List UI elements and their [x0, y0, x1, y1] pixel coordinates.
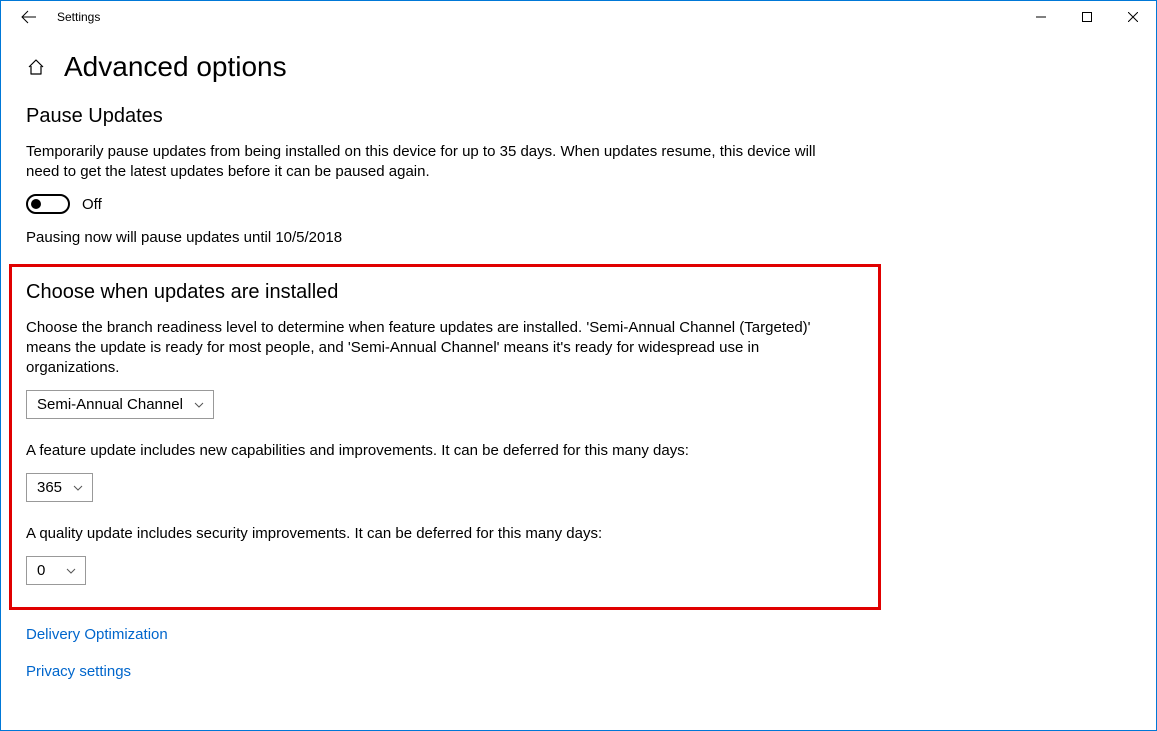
channel-value: Semi-Annual Channel	[37, 396, 183, 413]
page-title: Advanced options	[64, 51, 287, 83]
pause-description: Temporarily pause updates from being ins…	[26, 142, 826, 182]
highlight-box: Choose when updates are installed Choose…	[9, 264, 881, 610]
delivery-optimization-link[interactable]: Delivery Optimization	[26, 626, 1131, 643]
chevron-down-icon	[193, 399, 205, 411]
privacy-settings-link[interactable]: Privacy settings	[26, 663, 1131, 680]
pause-toggle-label: Off	[82, 196, 102, 213]
feature-defer-value: 365	[37, 479, 62, 496]
minimize-icon	[1036, 12, 1046, 22]
back-arrow-icon	[21, 9, 37, 25]
channel-dropdown[interactable]: Semi-Annual Channel	[26, 390, 214, 419]
back-button[interactable]	[9, 1, 49, 33]
close-icon	[1128, 12, 1138, 22]
chevron-down-icon	[72, 482, 84, 494]
page-header: Advanced options	[26, 51, 1131, 83]
pause-heading: Pause Updates	[26, 105, 1131, 128]
feature-defer-dropdown[interactable]: 365	[26, 473, 93, 502]
maximize-icon	[1082, 12, 1092, 22]
chevron-down-icon	[65, 565, 77, 577]
content-area: Advanced options Pause Updates Temporari…	[1, 33, 1156, 720]
title-bar: Settings	[1, 1, 1156, 33]
feature-defer-label: A feature update includes new capabiliti…	[26, 441, 826, 461]
window-title: Settings	[57, 10, 100, 24]
close-button[interactable]	[1110, 1, 1156, 33]
quality-defer-dropdown[interactable]: 0	[26, 556, 86, 585]
maximize-button[interactable]	[1064, 1, 1110, 33]
pause-toggle[interactable]	[26, 194, 70, 214]
choose-description: Choose the branch readiness level to det…	[26, 318, 826, 378]
window-controls	[1018, 1, 1156, 33]
pause-note: Pausing now will pause updates until 10/…	[26, 228, 826, 248]
choose-heading: Choose when updates are installed	[26, 281, 864, 304]
toggle-knob	[31, 199, 41, 209]
minimize-button[interactable]	[1018, 1, 1064, 33]
quality-defer-label: A quality update includes security impro…	[26, 524, 826, 544]
home-icon[interactable]	[26, 57, 46, 77]
quality-defer-value: 0	[37, 562, 45, 579]
